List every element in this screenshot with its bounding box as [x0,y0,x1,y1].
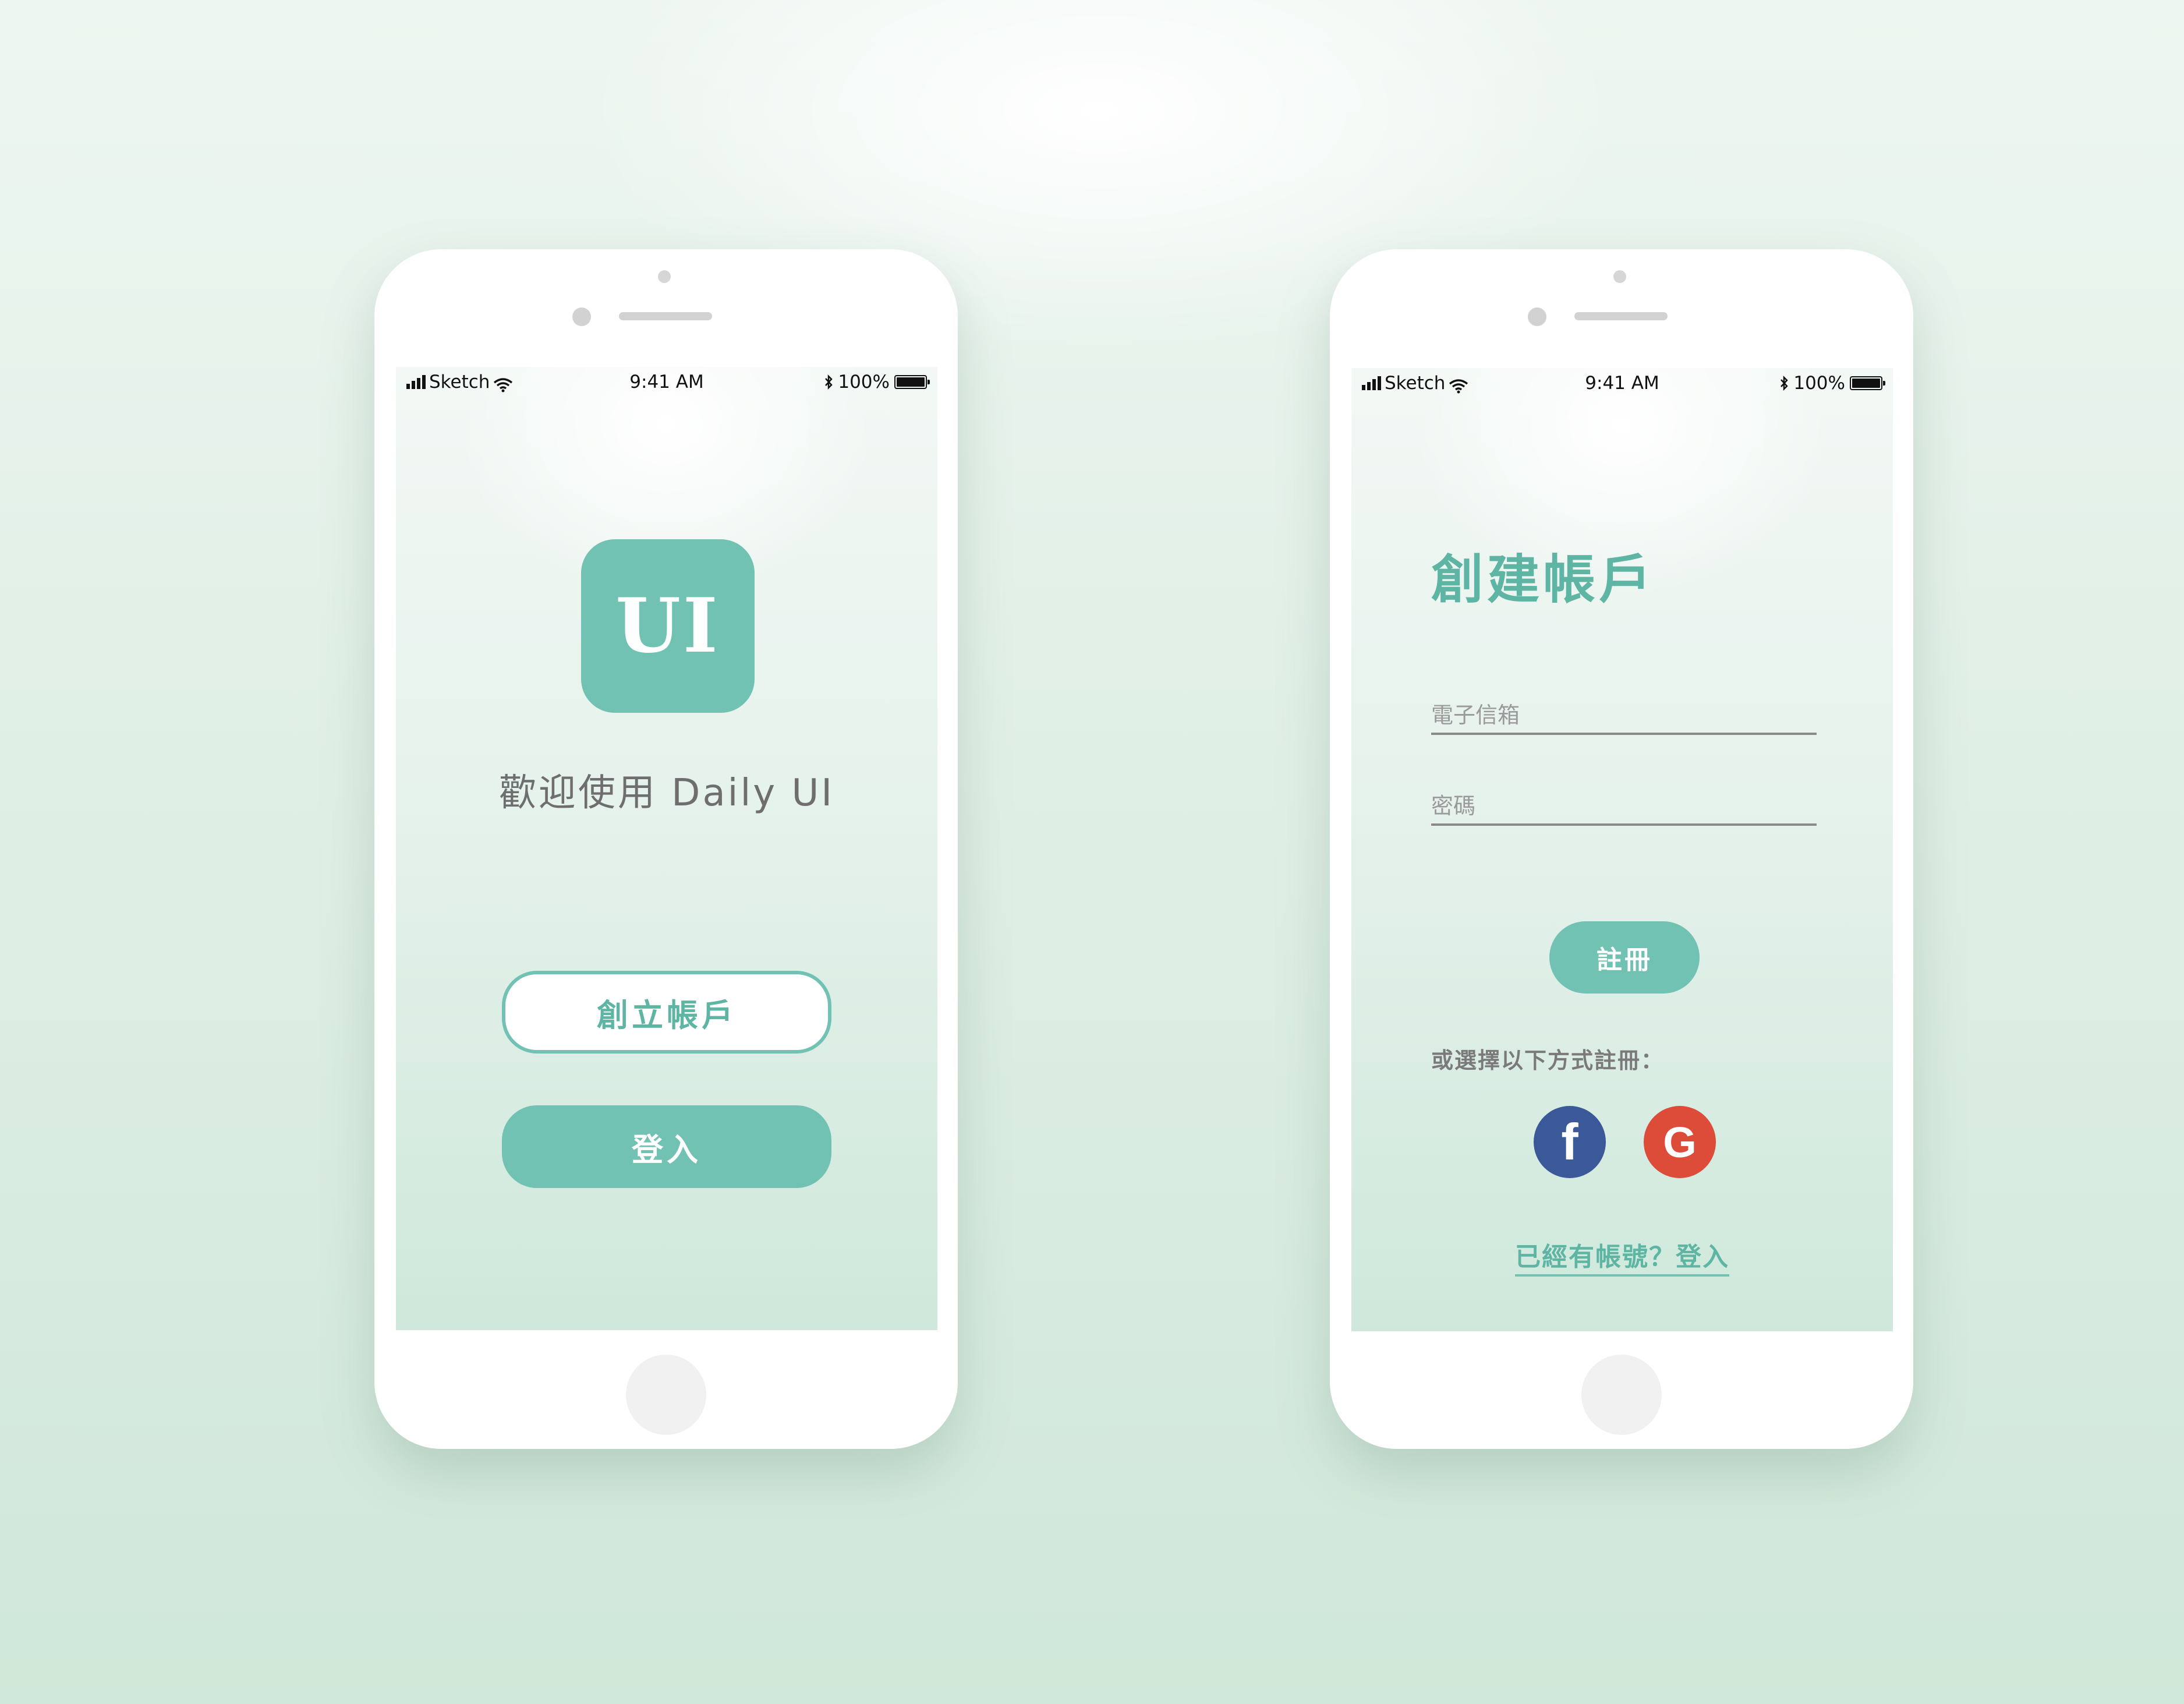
battery-percent: 100% [838,372,890,393]
home-button[interactable] [1581,1355,1662,1435]
google-icon[interactable]: G [1644,1106,1716,1178]
battery-icon [1850,376,1885,390]
alt-register-text: 或選擇以下方式註冊： [1431,1048,1665,1073]
facebook-icon[interactable]: f [1534,1106,1606,1178]
register-button[interactable]: 註冊 [1549,921,1700,994]
phone-mockup-register: Sketch 9:41 AM 100% 創建帳戶 註冊 或選擇以下方式註冊 [1330,249,1913,1449]
page-title: 創建帳戶 [1431,549,1655,610]
front-sensor [1613,270,1626,283]
email-field[interactable] [1431,698,1817,735]
earpiece-speaker [619,312,712,320]
battery-icon [894,375,930,389]
register-screen: Sketch 9:41 AM 100% 創建帳戶 註冊 或選擇以下方式註冊 [1351,368,1893,1331]
bluetooth-icon [1781,376,1789,391]
bluetooth-icon [825,374,833,390]
home-button[interactable] [626,1355,706,1435]
create-account-button[interactable]: 創立帳戶 [502,971,831,1053]
login-button[interactable]: 登入 [502,1105,831,1188]
welcome-text: 歡迎使用 Daily UI [498,772,835,815]
battery-percent: 100% [1793,373,1845,394]
welcome-screen: Sketch 9:41 AM 100% UI 歡迎使用 Daily UI 創立帳… [396,367,937,1330]
phone-mockup-welcome: Sketch 9:41 AM 100% UI 歡迎使用 Daily UI 創立帳… [374,249,958,1449]
front-camera [1528,307,1546,326]
status-bar: Sketch 9:41 AM 100% [396,367,937,398]
status-bar: Sketch 9:41 AM 100% [1351,368,1893,400]
earpiece-speaker [1574,312,1668,320]
login-link-row: 已經有帳號？登入 [1351,1236,1893,1277]
app-logo: UI [581,539,755,713]
status-right: 100% [824,372,930,393]
front-sensor [658,270,671,283]
login-link[interactable]: 已經有帳號？登入 [1515,1242,1729,1277]
front-camera [572,307,591,326]
status-right: 100% [1779,373,1885,394]
password-field[interactable] [1431,789,1817,826]
